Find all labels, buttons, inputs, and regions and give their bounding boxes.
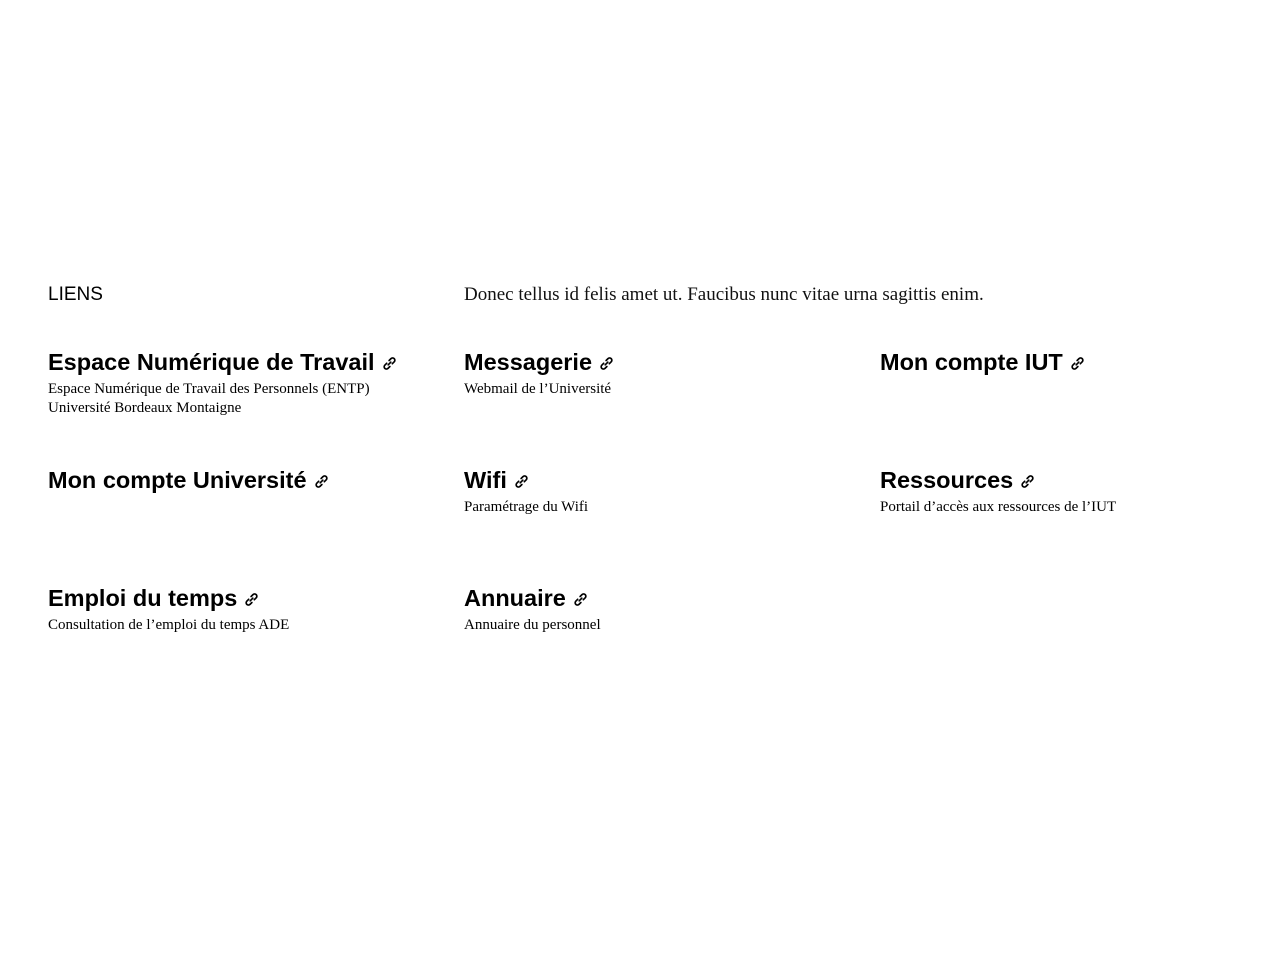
link-ressources[interactable]: Ressources [880,466,1035,494]
link-emploi-du-temps[interactable]: Emploi du temps [48,584,259,612]
link-card-compte-universite: Mon compte Université [48,466,464,584]
links-grid: Espace Numérique de Travail Espace Numér… [48,348,1240,684]
link-description: Espace Numérique de Travail des Personne… [48,381,370,416]
link-compte-iut[interactable]: Mon compte IUT [880,348,1085,376]
link-label: Mon compte Université [48,467,307,493]
link-description: Webmail de l’Université [464,381,612,397]
link-icon [515,475,528,488]
link-card-messagerie: Messagerie Webmail de l’Université [464,348,880,466]
section-header: LIENS Donec tellus id felis amet ut. Fau… [48,284,1240,312]
section-title: LIENS [48,284,103,305]
link-label: Wifi [464,467,507,493]
link-card-compte-iut: Mon compte IUT [880,348,1240,466]
link-messagerie[interactable]: Messagerie [464,348,614,376]
link-label: Ressources [880,467,1014,493]
link-description: Annuaire du personnel [464,617,601,633]
link-label: Annuaire [464,585,566,611]
link-icon [1021,475,1034,488]
link-icon [314,475,328,488]
link-icon [574,593,587,606]
link-label: Messagerie [464,349,593,375]
link-card-ressources: Ressources Portail d’accès aux ressource… [880,466,1240,584]
link-card-wifi: Wifi Paramétrage du Wifi [464,466,880,584]
link-wifi[interactable]: Wifi [464,466,529,494]
link-description: Portail d’accès aux ressources de l’IUT [880,499,1117,515]
link-icon [600,357,613,370]
link-description: Consultation de l’emploi du temps ADE [48,617,290,633]
link-label: Espace Numérique de Travail [48,349,375,375]
links-section: LIENS Donec tellus id felis amet ut. Fau… [48,284,1240,684]
link-icon [1071,357,1084,370]
link-ent[interactable]: Espace Numérique de Travail [48,348,397,376]
link-compte-universite[interactable]: Mon compte Université [48,466,329,494]
link-card-emploi-du-temps: Emploi du temps Consultation de l’emploi… [48,584,464,684]
link-annuaire[interactable]: Annuaire [464,584,588,612]
link-icon [245,593,258,606]
link-description: Paramétrage du Wifi [464,499,589,515]
link-card-annuaire: Annuaire Annuaire du personnel [464,584,880,684]
section-intro: Donec tellus id felis amet ut. Faucibus … [464,284,984,305]
link-label: Emploi du temps [48,585,238,611]
link-card-ent: Espace Numérique de Travail Espace Numér… [48,348,464,466]
link-icon [382,357,396,370]
link-label: Mon compte IUT [880,349,1063,375]
